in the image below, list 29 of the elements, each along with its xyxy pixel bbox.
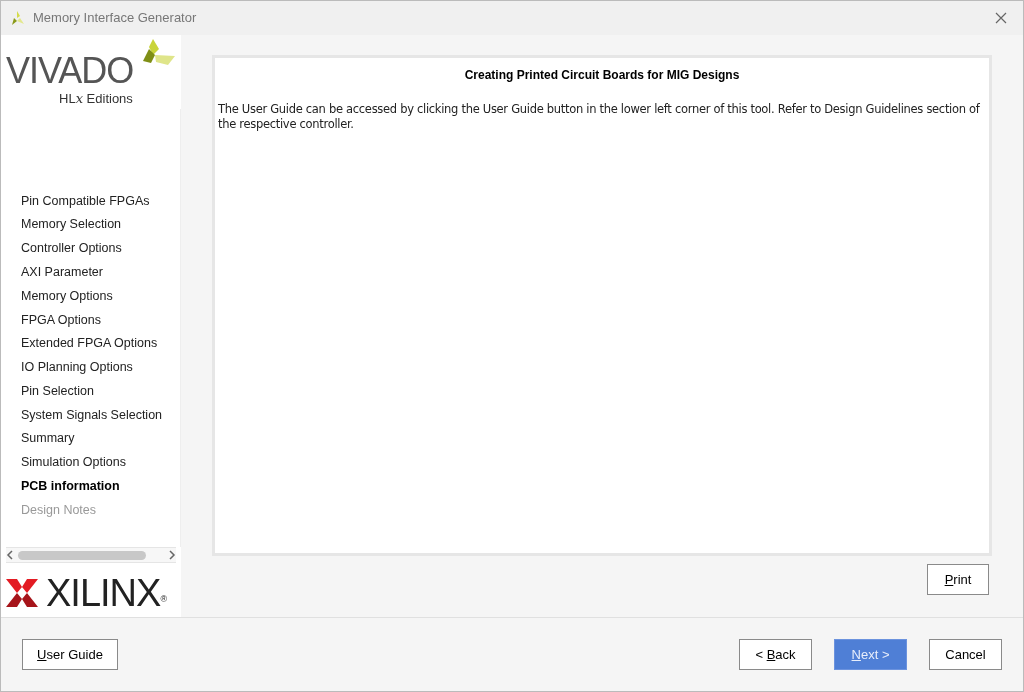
close-icon[interactable] [995,12,1007,24]
step-item[interactable]: PCB information [21,474,180,499]
horizontal-scrollbar[interactable] [6,547,176,563]
app-logo-icon [9,10,25,26]
next-button[interactable]: Next > [834,639,907,670]
window-title: Memory Interface Generator [33,9,197,28]
scroll-left-icon[interactable] [6,550,14,560]
print-button[interactable]: Print [927,564,989,595]
step-item[interactable]: IO Planning Options [21,355,180,380]
dialog-button[interactable]: Cancel [929,639,1002,670]
step-item[interactable]: Pin Compatible FPGAs [21,189,180,213]
step-item[interactable]: Simulation Options [21,450,180,475]
step-item[interactable]: Memory Selection [21,212,180,237]
step-item[interactable]: Controller Options [21,236,180,261]
step-item[interactable]: Pin Selection [21,379,180,404]
step-item[interactable]: FPGA Options [21,308,180,332]
dialog-button[interactable]: User Guide [22,639,118,670]
content-paragraph: The User Guide can be accessed by clicking the User Guide button in the lower left corner of this tool. Refer to Design Guidelines section of the respective controller. [218,102,981,132]
vivado-logo-text: VIVADO [6,53,134,89]
xilinx-logo-icon [6,577,38,609]
step-item[interactable]: AXI Parameter [21,260,180,285]
step-item[interactable]: System Signals Selection [21,403,180,427]
step-item[interactable]: Summary [21,426,180,451]
scroll-right-icon[interactable] [168,550,176,560]
content-heading: Creating Printed Circuit Boards for MIG Designs [463,67,741,84]
edition-text: HLx Editions [59,92,133,105]
step-item[interactable]: Extended FPGA Options [21,331,180,356]
dialog-button[interactable]: < Back [739,639,812,670]
step-item[interactable]: Memory Options [21,284,180,308]
